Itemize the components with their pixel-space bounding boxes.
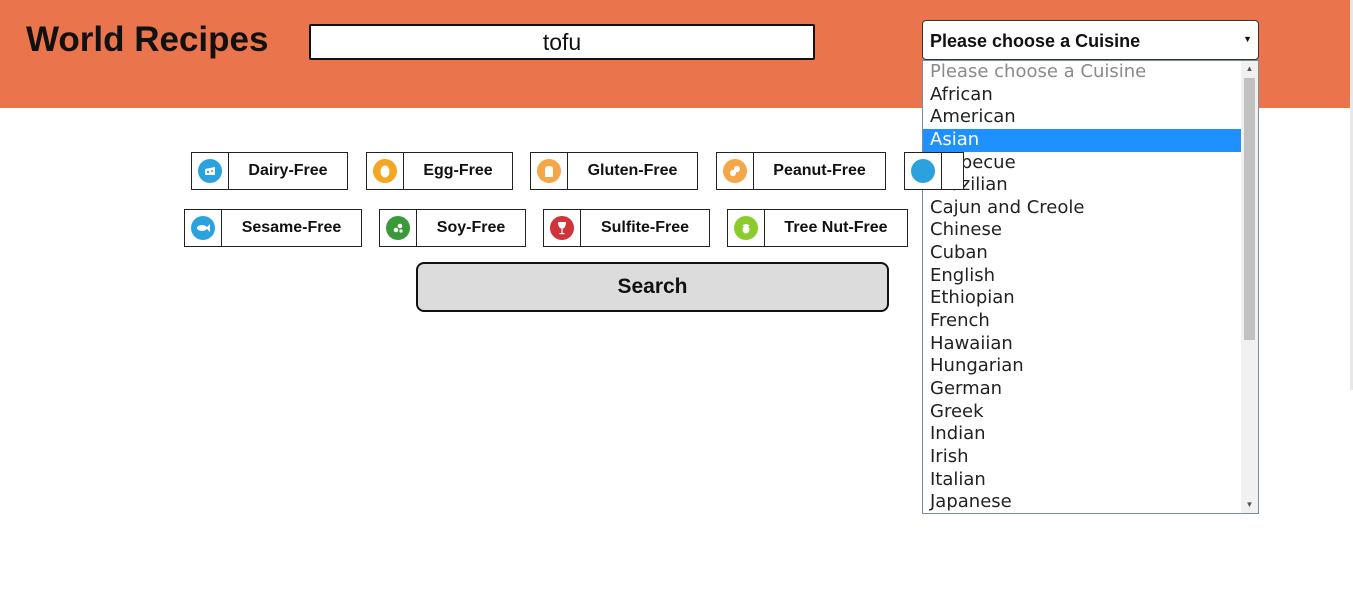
cuisine-option[interactable]: Greek [923,401,1242,424]
filter-tree-nut-free[interactable]: Tree Nut-Free [727,209,908,247]
soy-icon [380,210,417,246]
cuisine-option[interactable]: Chinese [923,219,1242,242]
cuisine-option[interactable]: Brazilian [923,174,1242,197]
filter-egg-free[interactable]: Egg-Free [366,152,513,190]
filter-sesame-free[interactable]: Sesame-Free [184,209,362,247]
egg-icon [367,153,404,189]
filter-partially-hidden[interactable] [904,152,964,190]
filter-label: Soy-Free [436,219,506,236]
filter-icon [905,153,942,189]
filter-soy-free[interactable]: Soy-Free [379,209,526,247]
fish-icon [185,210,222,246]
filter-peanut-free[interactable]: Peanut-Free [716,152,886,190]
cuisine-option[interactable]: Barbecue [923,152,1242,175]
cuisine-select-label: Please choose a Cuisine [930,31,1141,51]
filter-dairy-free[interactable]: Dairy-Free [191,152,348,190]
cuisine-option[interactable]: Cuban [923,242,1242,265]
search-input[interactable] [309,24,815,60]
cuisine-option[interactable]: Hawaiian [923,333,1242,356]
filter-label: Sesame-Free [241,219,342,236]
filter-gluten-free[interactable]: Gluten-Free [530,152,698,190]
cuisine-dropdown-list[interactable]: Please choose a Cuisine African American As… [922,60,1259,514]
app-title: World Recipes [26,20,269,59]
cuisine-option[interactable]: Ethiopian [923,287,1242,310]
cuisine-option[interactable]: American [923,106,1242,129]
cuisine-select[interactable]: Please choose a Cuisine ▼ [922,20,1259,60]
dropdown-scrollbar[interactable]: ▲ ▼ [1241,61,1258,513]
filter-label: Gluten-Free [587,162,678,179]
filter-label: Tree Nut-Free [784,219,888,236]
acorn-icon [728,210,765,246]
wine-icon [544,210,581,246]
scroll-down-icon[interactable]: ▼ [1241,497,1258,513]
chevron-down-icon: ▼ [1243,34,1252,44]
cuisine-option[interactable]: English [923,265,1242,288]
search-button[interactable]: Search [416,262,889,312]
filter-label: Dairy-Free [248,162,328,179]
scroll-up-icon[interactable]: ▲ [1241,61,1258,77]
cuisine-option[interactable]: Indian [923,423,1242,446]
cuisine-option[interactable]: Irish [923,446,1242,469]
filter-label: Egg-Free [423,162,493,179]
cuisine-option[interactable]: Asian [923,128,1242,152]
filter-sulfite-free[interactable]: Sulfite-Free [543,209,710,247]
cuisine-option[interactable]: Japanese [923,491,1242,513]
filter-label: Peanut-Free [773,162,866,179]
bread-icon [531,153,568,189]
cuisine-option[interactable]: Italian [923,469,1242,492]
cuisine-option[interactable]: African [923,84,1242,107]
peanut-icon [717,153,754,189]
cheese-icon [192,153,229,189]
cuisine-option[interactable]: German [923,378,1242,401]
filter-label: Sulfite-Free [600,219,689,236]
cuisine-option[interactable]: French [923,310,1242,333]
cuisine-option[interactable]: Hungarian [923,355,1242,378]
cuisine-option[interactable]: Please choose a Cuisine [923,61,1242,84]
scroll-thumb[interactable] [1244,78,1255,340]
cuisine-option[interactable]: Cajun and Creole [923,197,1242,220]
